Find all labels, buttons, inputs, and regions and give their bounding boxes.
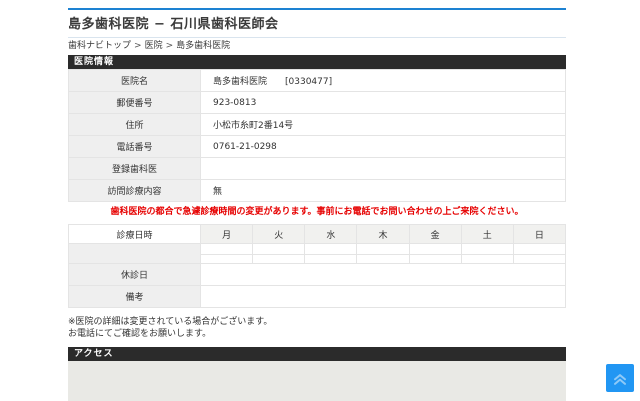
schedule-closed-value — [201, 264, 566, 286]
schedule-remarks-label: 備考 — [69, 286, 201, 308]
info-label-address: 住所 — [69, 114, 201, 136]
breadcrumb-current: 島多歯科医院 — [176, 41, 230, 51]
schedule-header-hours: 診療日時 — [69, 225, 201, 244]
schedule-cell — [409, 255, 461, 264]
breadcrumb-separator: > — [166, 41, 174, 51]
schedule-cell — [201, 255, 253, 264]
schedule-cell — [461, 244, 513, 255]
chevron-double-up-icon — [610, 368, 630, 388]
schedule-header-sat: 土 — [461, 225, 513, 244]
schedule-slot-label — [69, 244, 201, 264]
schedule-header-wed: 水 — [305, 225, 357, 244]
info-value-postal-code: 923-0813 — [201, 92, 566, 114]
clinic-code-text: [0330477] — [285, 77, 332, 87]
info-label-clinic-name: 医院名 — [69, 70, 201, 92]
clinic-name-text: 島多歯科医院 — [213, 77, 267, 87]
schedule-cell — [513, 244, 565, 255]
schedule-cell — [305, 244, 357, 255]
footnote-line-2: お電話にてご確認をお願いします。 — [68, 328, 566, 340]
table-row: 電話番号 0761-21-0298 — [69, 136, 566, 158]
table-row: 住所 小松市糸町2番14号 — [69, 114, 566, 136]
breadcrumb: 歯科ナビトップ>医院>島多歯科医院 — [68, 42, 566, 51]
schedule-cell — [305, 255, 357, 264]
info-value-clinic-name: 島多歯科医院 [0330477] — [201, 70, 566, 92]
breadcrumb-link-home[interactable]: 歯科ナビトップ — [68, 41, 131, 51]
table-row: 備考 — [69, 286, 566, 308]
schedule-cell — [357, 255, 409, 264]
schedule-header-tue: 火 — [253, 225, 305, 244]
schedule-slot-row — [69, 244, 566, 255]
schedule-cell — [513, 255, 565, 264]
info-label-postal-code: 郵便番号 — [69, 92, 201, 114]
schedule-header-thu: 木 — [357, 225, 409, 244]
page-title: 島多歯科医院 − 石川県歯科医師会 — [68, 17, 566, 32]
section-header-clinic-info: 医院情報 — [68, 55, 566, 69]
title-divider — [68, 37, 566, 38]
table-row: 訪問診療内容 無 — [69, 180, 566, 202]
breadcrumb-link-clinics[interactable]: 医院 — [145, 41, 163, 51]
schedule-cell — [461, 255, 513, 264]
table-row: 登録歯科医 — [69, 158, 566, 180]
clinic-info-table: 医院名 島多歯科医院 [0330477] 郵便番号 923-0813 住所 小松市… — [68, 69, 566, 202]
info-label-visit-treatment: 訪問診療内容 — [69, 180, 201, 202]
footnote-line-1: ※医院の詳細は変更されている場合がございます。 — [68, 316, 566, 328]
section-header-access: アクセス — [68, 347, 566, 361]
schedule-remarks-value — [201, 286, 566, 308]
schedule-cell — [253, 255, 305, 264]
schedule-header-mon: 月 — [201, 225, 253, 244]
footnotes: ※医院の詳細は変更されている場合がございます。 お電話にてご確認をお願いします。 — [68, 316, 566, 340]
schedule-cell — [253, 244, 305, 255]
info-value-registered-dentist — [201, 158, 566, 180]
schedule-table: 診療日時 月 火 水 木 金 土 日 — [68, 224, 566, 308]
info-value-visit-treatment: 無 — [201, 180, 566, 202]
breadcrumb-separator: > — [134, 41, 142, 51]
info-label-registered-dentist: 登録歯科医 — [69, 158, 201, 180]
schedule-header-sun: 日 — [513, 225, 565, 244]
schedule-cell — [357, 244, 409, 255]
schedule-closed-label: 休診日 — [69, 264, 201, 286]
map-placeholder[interactable] — [68, 361, 566, 401]
schedule-cell — [409, 244, 461, 255]
table-row: 郵便番号 923-0813 — [69, 92, 566, 114]
info-label-phone: 電話番号 — [69, 136, 201, 158]
scroll-to-top-button[interactable] — [606, 364, 634, 392]
schedule-header-fri: 金 — [409, 225, 461, 244]
page-content: 島多歯科医院 − 石川県歯科医師会 歯科ナビトップ>医院>島多歯科医院 医院情報… — [68, 0, 566, 401]
info-value-address: 小松市糸町2番14号 — [201, 114, 566, 136]
accent-top-rule — [68, 8, 566, 10]
info-value-phone: 0761-21-0298 — [201, 136, 566, 158]
schedule-change-notice: 歯科医院の都合で急遽診療時間の変更があります。事前にお電話でお問い合わせの上ご来… — [68, 208, 566, 217]
table-row: 休診日 — [69, 264, 566, 286]
schedule-header-row: 診療日時 月 火 水 木 金 土 日 — [69, 225, 566, 244]
schedule-cell — [201, 244, 253, 255]
table-row: 医院名 島多歯科医院 [0330477] — [69, 70, 566, 92]
